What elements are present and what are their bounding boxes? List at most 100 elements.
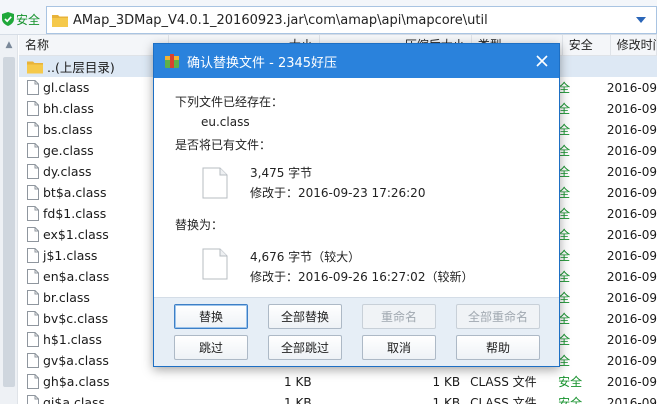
old-file-size: 3,475 字节 — [250, 166, 313, 180]
file-name-cell: bh.class — [19, 101, 168, 116]
file-modified: 2016-09 — [606, 227, 657, 242]
file-name: bs.class — [43, 122, 93, 137]
file-name-cell: ge.class — [19, 143, 168, 158]
file-size: 1 KB — [284, 395, 312, 404]
dialog-titlebar[interactable]: 确认替换文件 - 2345好压 — [154, 44, 559, 78]
rename-all-button[interactable]: 全部重命名 — [456, 304, 540, 329]
file-name-cell: bs.class — [19, 122, 168, 137]
file-name: bv$c.class — [43, 311, 109, 326]
file-safety: 全 — [558, 165, 571, 179]
file-modified: 2016-09 — [606, 101, 657, 116]
security-label: 安全 — [16, 12, 41, 27]
file-modified: 2016-09 — [606, 248, 657, 263]
question-label: 是否将已有文件： — [175, 138, 272, 152]
conflict-filename: eu.class — [201, 115, 250, 129]
dialog-title: 确认替换文件 - 2345好压 — [187, 55, 338, 71]
old-file-modified: 修改于：2016-09-23 17:26:20 — [250, 186, 426, 200]
scroll-thumb[interactable] — [3, 57, 15, 387]
file-icon — [27, 122, 39, 137]
folder-icon — [52, 15, 68, 27]
archive-app-icon — [165, 54, 179, 68]
col-date[interactable]: 修改时间 — [611, 35, 657, 56]
file-name: gv$a.class — [43, 353, 109, 368]
file-safety: 全 — [558, 123, 571, 137]
file-name-cell: ex$1.class — [19, 227, 168, 242]
file-safety: 全 — [558, 270, 571, 284]
file-name-cell: gh$a.class — [19, 374, 168, 389]
file-type: CLASS 文件 — [470, 396, 537, 404]
file-name-cell: dy.class — [19, 164, 168, 179]
file-name-cell: h$1.class — [19, 332, 168, 347]
file-modified: 2016-09 — [606, 122, 657, 137]
path-input[interactable]: AMap_3DMap_V4.0.1_20160923.jar\com\amap\… — [46, 6, 657, 34]
col-safe[interactable]: 安全 — [563, 35, 611, 56]
file-icon — [27, 332, 39, 347]
file-name-cell: gi$a.class — [19, 395, 168, 404]
file-modified: 2016-09 — [606, 143, 657, 158]
file-modified: 2016-09 — [606, 269, 657, 284]
file-modified: 2016-09 — [606, 185, 657, 200]
help-button[interactable]: 帮助 — [456, 335, 540, 360]
replace-with-label: 替换为： — [175, 218, 224, 232]
file-icon — [27, 269, 39, 284]
file-modified: 2016-09 — [606, 332, 657, 347]
path-text: AMap_3DMap_V4.0.1_20160923.jar\com\amap\… — [73, 12, 488, 28]
file-modified: 2016-09 — [606, 374, 657, 389]
file-safety: 全 — [558, 81, 571, 95]
file-name: bh.class — [43, 101, 94, 116]
dialog-button-area: 替换 全部替换 重命名 全部重命名 跳过 全部跳过 取消 帮助 — [154, 297, 559, 366]
file-name-cell: en$a.class — [19, 269, 168, 284]
file-name: j$1.class — [43, 248, 98, 263]
file-icon — [27, 80, 39, 95]
file-safety: 全 — [558, 249, 571, 263]
file-name-cell: gl.class — [19, 80, 168, 95]
replace-button[interactable]: 替换 — [174, 304, 248, 329]
file-icon — [27, 353, 39, 368]
file-icon — [27, 248, 39, 263]
file-name-cell: gv$a.class — [19, 353, 168, 368]
file-row[interactable]: gi$a.class 1 KB 1 KB CLASS 文件 安全 2016-09 — [19, 392, 657, 404]
close-icon[interactable] — [534, 53, 550, 69]
file-name: dy.class — [43, 164, 92, 179]
file-name: h$1.class — [43, 332, 102, 347]
file-icon — [27, 164, 39, 179]
file-name: en$a.class — [43, 269, 110, 284]
replace-all-button[interactable]: 全部替换 — [268, 304, 342, 329]
file-size: 1 KB — [284, 374, 312, 389]
file-modified: 2016-09 — [606, 80, 657, 95]
security-indicator[interactable]: 安全 — [2, 8, 40, 30]
scroll-up-icon[interactable]: ▲ — [0, 35, 18, 55]
shield-icon — [2, 12, 14, 26]
vertical-scrollbar[interactable]: ▲ — [0, 35, 18, 404]
chevron-down-icon[interactable] — [636, 15, 646, 25]
file-safety: 全 — [558, 102, 571, 116]
new-file-modified: 修改于：2016-09-26 16:27:02（较新） — [250, 270, 474, 284]
replace-confirm-dialog: 确认替换文件 - 2345好压 下列文件已经存在： eu.class 是否将已有… — [153, 43, 560, 367]
new-file-size: 4,676 字节（较大） — [250, 250, 361, 264]
cancel-button[interactable]: 取消 — [362, 335, 436, 360]
skip-all-button[interactable]: 全部跳过 — [268, 335, 342, 360]
parent-dir-label: ..(上层目录) — [47, 60, 115, 75]
file-name: fd$1.class — [43, 206, 107, 221]
file-modified: 2016-09 — [606, 395, 657, 404]
rename-button[interactable]: 重命名 — [362, 304, 436, 329]
file-icon — [27, 206, 39, 221]
file-row[interactable]: gh$a.class 1 KB 1 KB CLASS 文件 安全 2016-09 — [19, 371, 657, 392]
file-name-cell: j$1.class — [19, 248, 168, 263]
file-icon — [202, 167, 228, 199]
file-icon — [27, 290, 39, 305]
file-modified: 2016-09 — [606, 311, 657, 326]
file-modified: 2016-09 — [606, 290, 657, 305]
file-name-cell: bt$a.class — [19, 185, 168, 200]
folder-icon — [27, 61, 43, 74]
file-icon — [27, 143, 39, 158]
file-safety: 全 — [558, 228, 571, 242]
skip-button[interactable]: 跳过 — [174, 335, 248, 360]
file-icon — [27, 185, 39, 200]
file-icon — [27, 395, 39, 404]
col-name[interactable]: 名称 — [19, 35, 169, 56]
file-icon — [27, 101, 39, 116]
file-name: ge.class — [43, 143, 94, 158]
file-modified: 2016-09 — [606, 206, 657, 221]
file-icon — [202, 248, 228, 280]
